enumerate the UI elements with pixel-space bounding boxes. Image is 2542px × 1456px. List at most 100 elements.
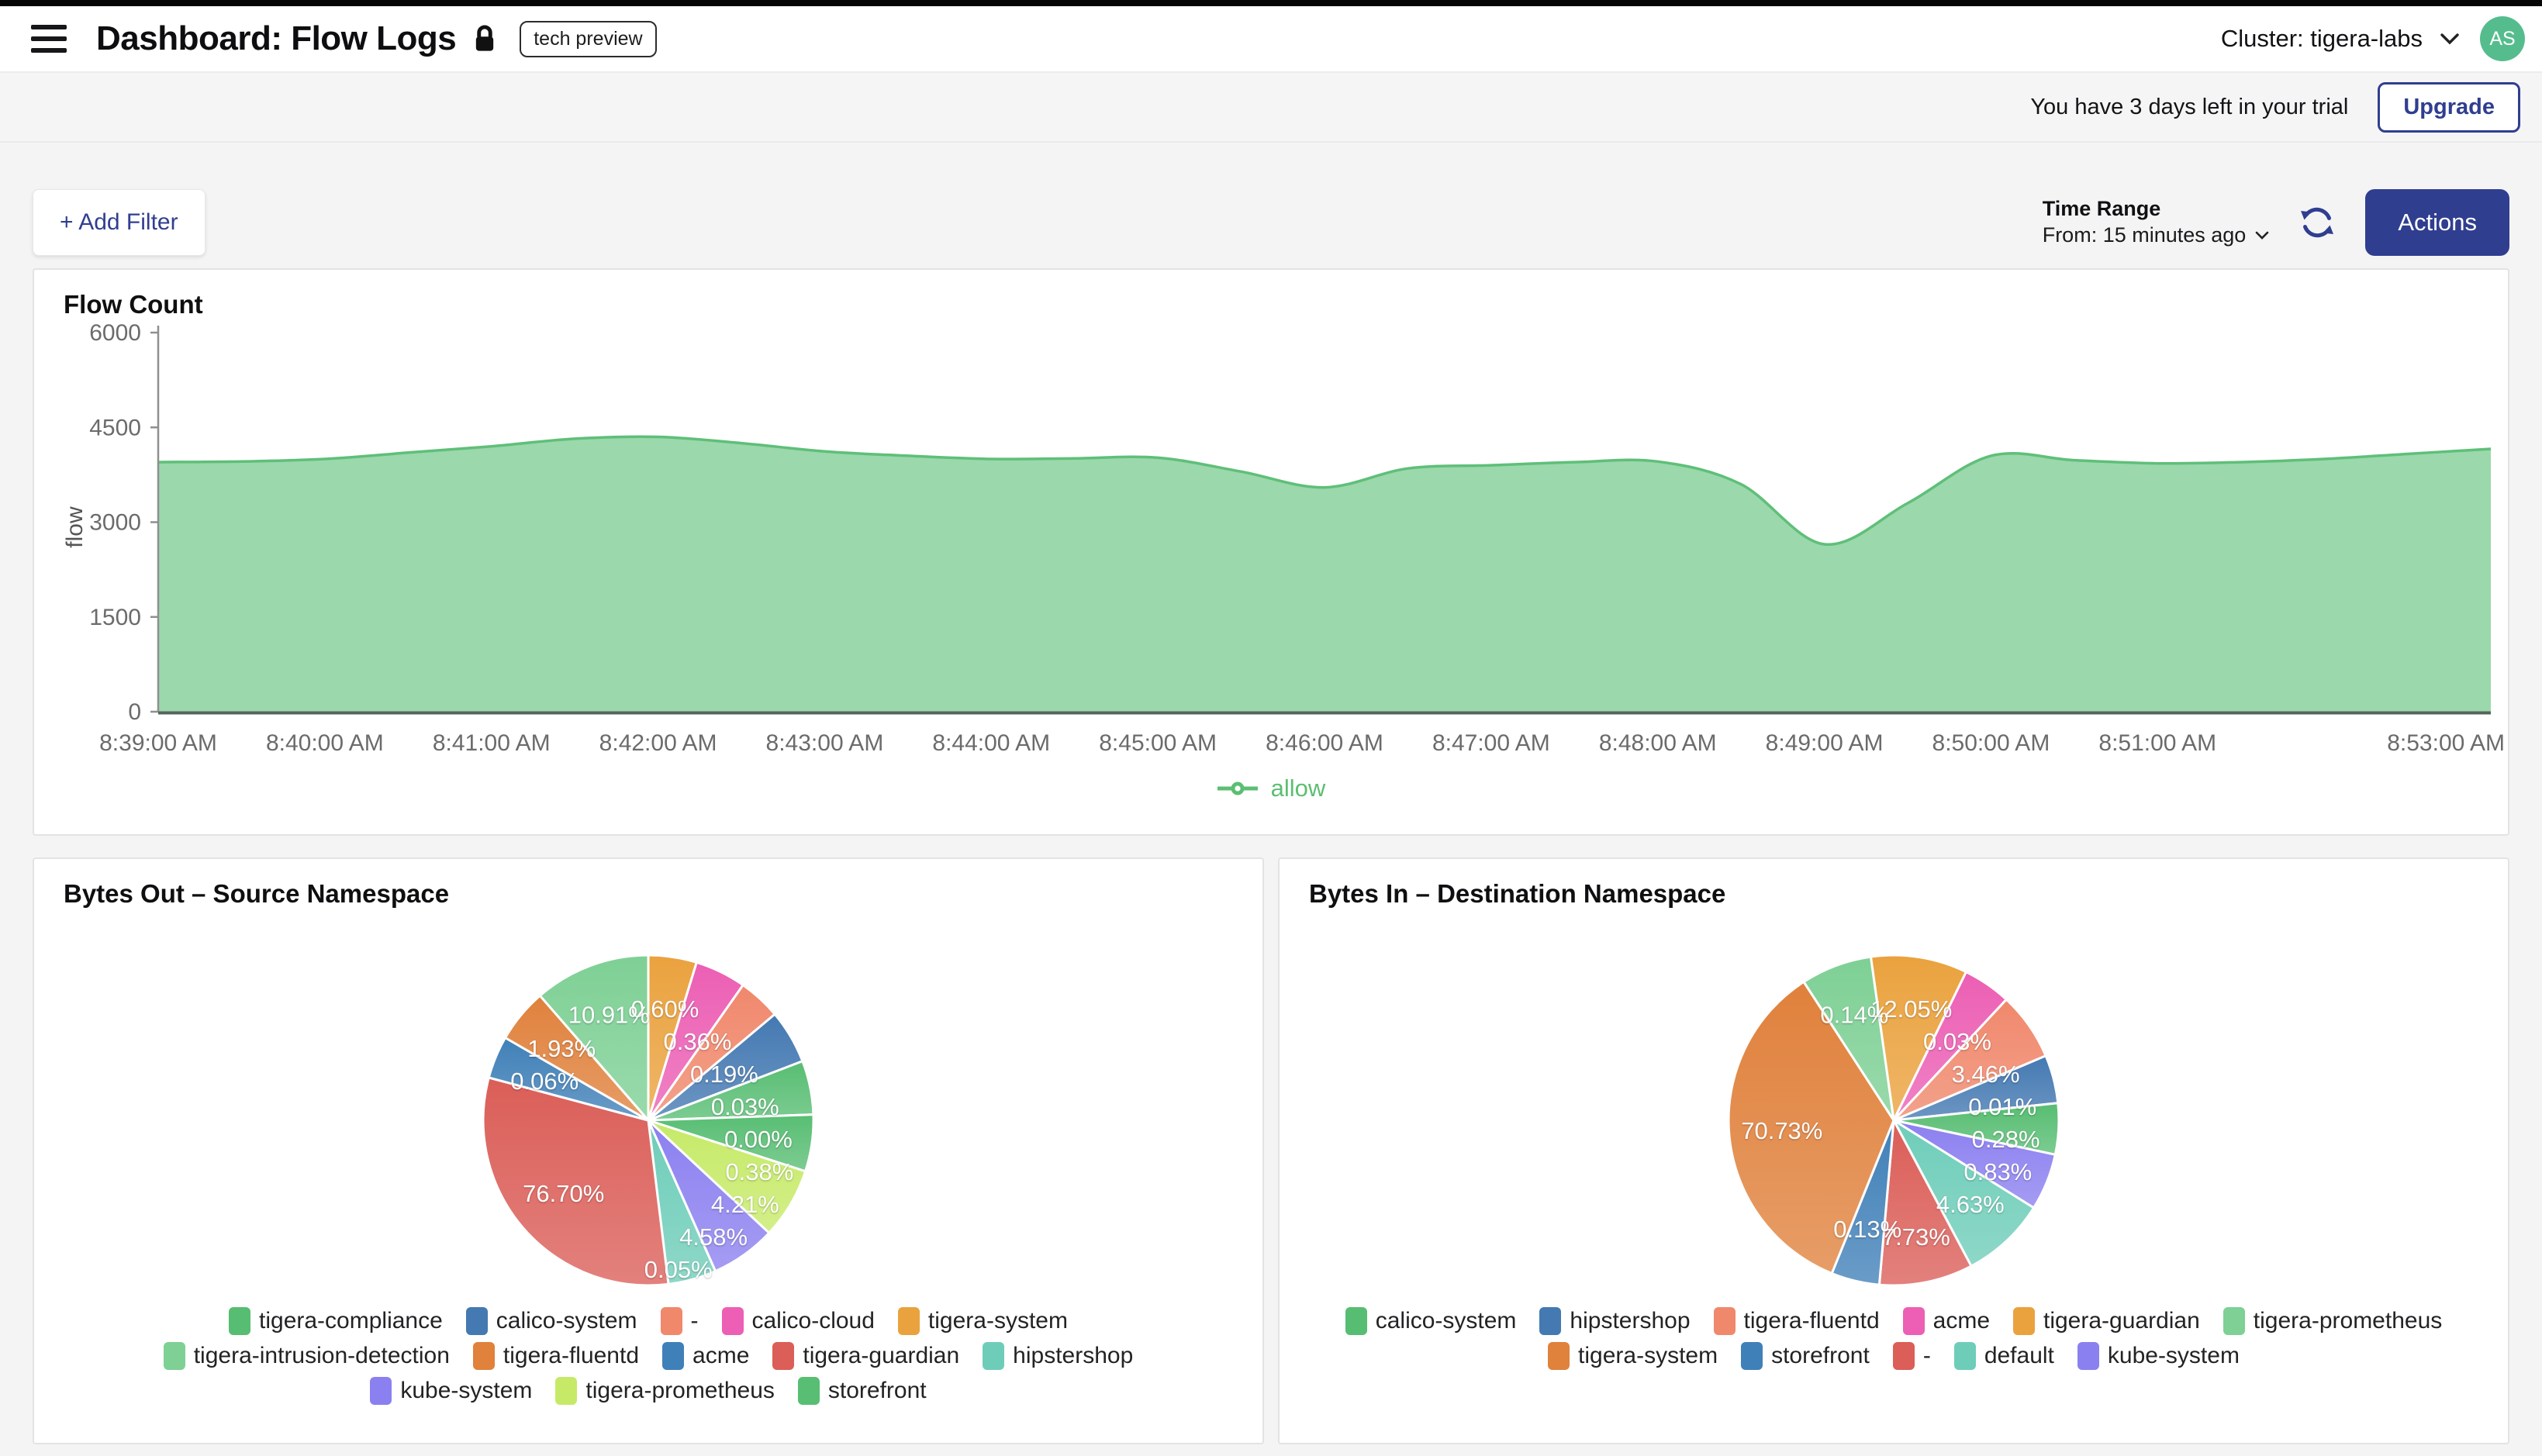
legend-color-chip <box>164 1342 185 1370</box>
pie-percent-label: 0.83% <box>1963 1158 2032 1185</box>
y-tick-label: 3000 <box>89 510 141 536</box>
pie-percent-label: 10.91% <box>568 1001 650 1028</box>
legend-item-calico-system[interactable]: calico-system <box>466 1307 637 1335</box>
legend-label: acme <box>692 1343 749 1369</box>
legend-item-storefront[interactable]: storefront <box>798 1377 927 1405</box>
legend-item-tigera-prometheus[interactable]: tigera-prometheus <box>555 1377 774 1405</box>
legend-item-calico-cloud[interactable]: calico-cloud <box>722 1307 875 1335</box>
area-fill[interactable] <box>158 436 2491 712</box>
refresh-button[interactable] <box>2299 204 2336 241</box>
chevron-down-icon <box>2440 33 2460 45</box>
legend-item-acme[interactable]: acme <box>662 1342 749 1370</box>
upgrade-button[interactable]: Upgrade <box>2378 82 2520 133</box>
y-tick-label: 4500 <box>89 415 141 440</box>
hamburger-menu-icon[interactable] <box>31 25 67 53</box>
cluster-selector[interactable]: Cluster: tigera-labs <box>2221 25 2460 53</box>
legend-label: tigera-fluentd <box>503 1343 639 1369</box>
add-filter-button[interactable]: + Add Filter <box>33 189 206 256</box>
legend-color-chip <box>983 1342 1004 1370</box>
pie-percent-label: 4.63% <box>1936 1191 2005 1218</box>
legend-label: acme <box>1933 1308 1990 1334</box>
legend-color-chip <box>772 1342 794 1370</box>
legend-color-chip <box>1903 1307 1925 1335</box>
pie-percent-label: 4.58% <box>679 1223 748 1251</box>
legend-color-chip <box>466 1307 488 1335</box>
x-tick-label: 8:40:00 AM <box>266 730 384 756</box>
legend-color-chip <box>1954 1342 1976 1370</box>
window-top-strip <box>0 0 2542 6</box>
legend-item-tigera-guardian[interactable]: tigera-guardian <box>772 1342 959 1370</box>
x-tick-label: 8:50:00 AM <box>1932 730 2050 756</box>
bytes-in-pie-chart: 12.05%0.03%3.46%0.01%0.28%0.83%4.63%7.73… <box>1711 946 2076 1296</box>
pie-percent-label: 0.01% <box>1968 1093 2036 1120</box>
time-range-selector[interactable]: Time Range From: 15 minutes ago <box>2043 196 2270 249</box>
x-tick-label: 8:43:00 AM <box>766 730 884 756</box>
legend-item-hipstershop[interactable]: hipstershop <box>1539 1307 1690 1335</box>
avatar[interactable]: AS <box>2480 16 2525 61</box>
pie-percent-label: 0.06% <box>510 1068 579 1095</box>
legend-item-kube-system[interactable]: kube-system <box>370 1377 532 1405</box>
pie-percent-label: 1.93% <box>527 1035 596 1062</box>
legend-item-tigera-prometheus[interactable]: tigera-prometheus <box>2223 1307 2442 1335</box>
legend-item-tigera-guardian[interactable]: tigera-guardian <box>2013 1307 2200 1335</box>
legend-item-default[interactable]: default <box>1954 1342 2054 1370</box>
bytes-out-pie-chart: 0.60%0.36%0.19%0.03%0.00%0.38%4.21%4.58%… <box>466 946 831 1296</box>
legend-item-kube-system[interactable]: kube-system <box>2077 1342 2240 1370</box>
flow-chart-legend[interactable]: allow <box>34 775 2508 802</box>
legend-color-chip <box>2223 1307 2245 1335</box>
actions-button[interactable]: Actions <box>2365 189 2509 256</box>
legend-color-chip <box>555 1377 577 1405</box>
legend-item-tigera-system[interactable]: tigera-system <box>898 1307 1068 1335</box>
refresh-icon <box>2299 204 2336 241</box>
pie-percent-label: 0.03% <box>1923 1028 1991 1055</box>
legend-item-calico-system[interactable]: calico-system <box>1345 1307 1517 1335</box>
legend-item-tigera-fluentd[interactable]: tigera-fluentd <box>1714 1307 1880 1335</box>
time-range-value: From: 15 minutes ago <box>2043 223 2247 249</box>
pie-percent-label: 0.13% <box>1833 1216 1901 1243</box>
legend-color-chip <box>2013 1307 2035 1335</box>
legend-color-chip <box>1345 1307 1367 1335</box>
pie-percent-label: 0.28% <box>1972 1126 2040 1153</box>
legend-label: tigera-prometheus <box>585 1378 774 1404</box>
legend-color-chip <box>370 1377 392 1405</box>
app-header: Dashboard: Flow Logs tech preview Cluste… <box>0 6 2542 73</box>
legend-item--[interactable]: - <box>661 1307 699 1335</box>
x-tick-label: 8:47:00 AM <box>1432 730 1550 756</box>
legend-label: storefront <box>1771 1343 1870 1369</box>
legend-color-chip <box>2077 1342 2099 1370</box>
legend-item-tigera-fluentd[interactable]: tigera-fluentd <box>473 1342 639 1370</box>
legend-label: default <box>1984 1343 2054 1369</box>
y-tick-label: 0 <box>128 699 141 725</box>
legend-item-storefront[interactable]: storefront <box>1741 1342 1870 1370</box>
legend-item-tigera-system[interactable]: tigera-system <box>1548 1342 1718 1370</box>
legend-label: tigera-system <box>1578 1343 1718 1369</box>
x-tick-label: 8:51:00 AM <box>2098 730 2216 756</box>
legend-label: calico-system <box>496 1308 637 1334</box>
legend-row: tigera-compliance calico-system -calico-cl… <box>34 1307 1262 1335</box>
legend-label: - <box>691 1308 699 1334</box>
legend-item-acme[interactable]: acme <box>1903 1307 1990 1335</box>
pie-percent-label: 76.70% <box>523 1180 604 1207</box>
legend-item-hipstershop[interactable]: hipstershop <box>983 1342 1133 1370</box>
legend-color-chip <box>661 1307 682 1335</box>
bytes-in-legend: calico-system hipstershop tigera-fluentd ac… <box>1280 1307 2508 1370</box>
page-title: Dashboard: Flow Logs <box>96 19 456 58</box>
legend-item-tigera-compliance[interactable]: tigera-compliance <box>229 1307 443 1335</box>
flow-count-title: Flow Count <box>34 290 2508 319</box>
pie-percent-label: 0.36% <box>664 1028 732 1055</box>
pie-percent-label: 3.46% <box>1952 1061 2020 1088</box>
legend-color-chip <box>473 1342 495 1370</box>
x-tick-label: 8:53:00 AM <box>2387 730 2505 756</box>
legend-item-tigera-intrusion-detection[interactable]: tigera-intrusion-detection <box>164 1342 450 1370</box>
bytes-in-title: Bytes In – Destination Namespace <box>1280 879 2508 909</box>
x-tick-label: 8:45:00 AM <box>1099 730 1217 756</box>
legend-color-chip <box>722 1307 744 1335</box>
bytes-out-legend: tigera-compliance calico-system -calico-cl… <box>34 1307 1262 1405</box>
legend-item--[interactable]: - <box>1893 1342 1931 1370</box>
legend-label: storefront <box>828 1378 927 1404</box>
x-tick-label: 8:39:00 AM <box>99 730 217 756</box>
legend-label: tigera-compliance <box>259 1308 443 1334</box>
legend-row: tigera-intrusion-detection tigera-fluentd… <box>34 1342 1262 1370</box>
legend-label: tigera-guardian <box>2043 1308 2200 1334</box>
legend-color-chip <box>1539 1307 1561 1335</box>
